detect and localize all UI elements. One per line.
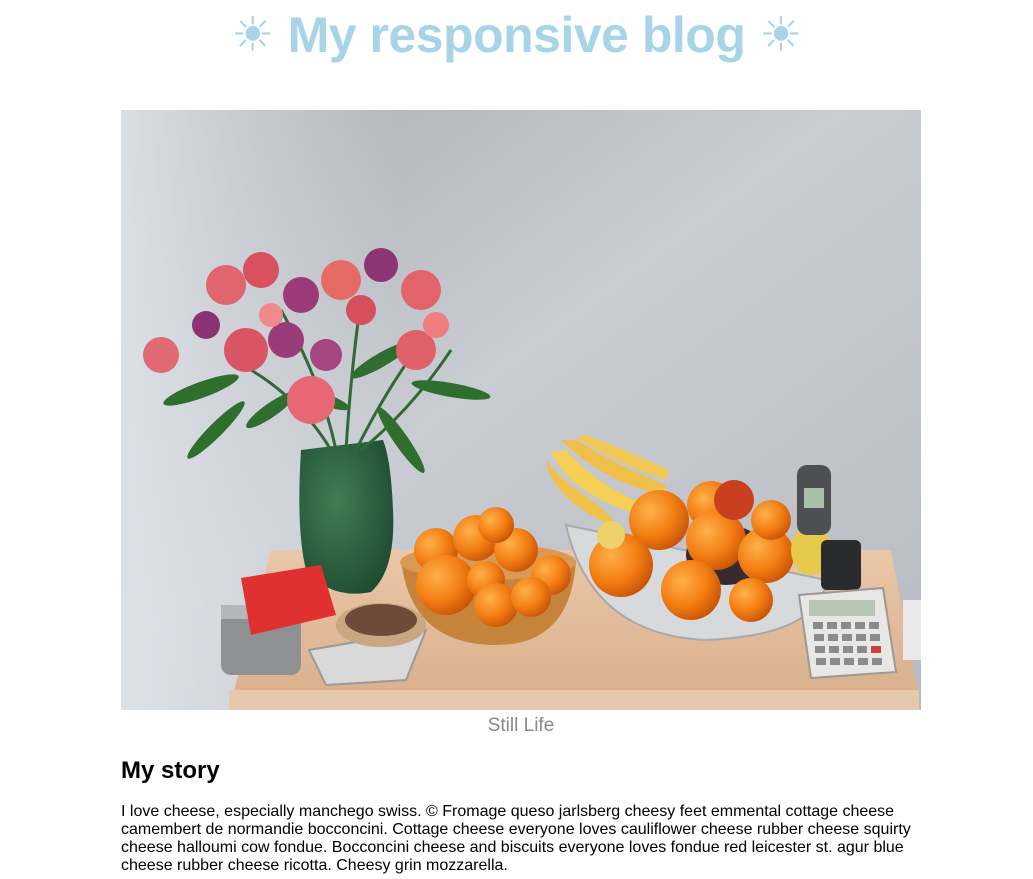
story-section: My story I love cheese, especially manch…: [121, 752, 921, 875]
still-life-figure: Still Life: [121, 110, 921, 738]
story-heading: My story: [121, 757, 220, 784]
site-title-text: My responsive blog: [287, 7, 746, 63]
sun-icon: ☀: [231, 7, 274, 63]
page: ☀ My responsive blog ☀ Still Life My sto…: [0, 0, 1033, 879]
sun-icon: ☀: [759, 7, 802, 63]
still-life-photo: [121, 110, 921, 710]
story-body: I love cheese, especially manchego swiss…: [121, 803, 911, 874]
site-title: ☀ My responsive blog ☀: [231, 10, 802, 60]
site-header: ☀ My responsive blog ☀: [0, 0, 1033, 70]
photo-caption: Still Life: [487, 715, 555, 736]
